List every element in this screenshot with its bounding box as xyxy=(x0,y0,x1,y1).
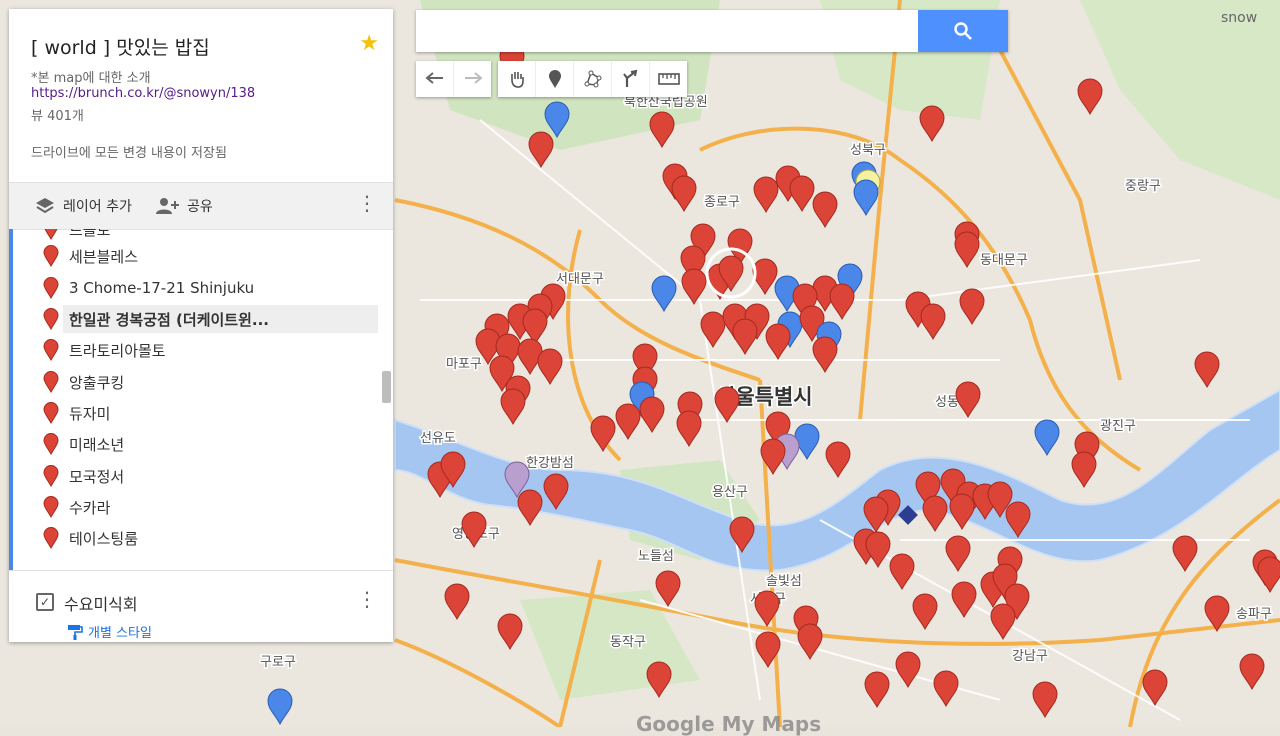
add-marker-tool[interactable] xyxy=(536,61,574,97)
search-input[interactable] xyxy=(416,10,916,52)
map-label: 한강밤섬 xyxy=(526,456,574,471)
map-label: 동작구 xyxy=(610,635,646,650)
layer-visibility-checkbox[interactable]: ✓ xyxy=(36,593,54,611)
marker-icon xyxy=(43,527,59,549)
undo-button[interactable] xyxy=(416,61,454,97)
measure-tool[interactable] xyxy=(650,61,687,97)
map-label: 종로구 xyxy=(704,195,740,210)
layer-item-list: 르볼로 세븐블레스 3 Chome-17-21 Shinjuku 한일관 경복궁… xyxy=(9,229,393,570)
hand-icon xyxy=(510,72,524,88)
marker-icon xyxy=(43,339,59,361)
share-button[interactable]: 공유 xyxy=(155,196,213,216)
map-label: 강남구 xyxy=(1012,649,1048,664)
search-icon xyxy=(954,22,972,40)
list-item[interactable]: 듀자미 xyxy=(43,399,378,427)
share-label: 공유 xyxy=(187,199,213,215)
ruler-icon xyxy=(657,73,680,85)
list-item[interactable]: 테이스팅룸 xyxy=(43,524,378,552)
map-header: [ world ] 맛있는 밥집 ★ *본 map에 대한 소개 https:/… xyxy=(9,9,393,182)
layer-options-icon[interactable]: ⋮ xyxy=(357,589,377,609)
individual-style-label: 개별 스타일 xyxy=(88,626,152,641)
list-item[interactable]: 세븐블레스 xyxy=(43,242,378,270)
search-button[interactable] xyxy=(918,10,1008,52)
marker-icon xyxy=(43,496,59,518)
map-description[interactable]: *본 map에 대한 소개 xyxy=(31,67,151,86)
list-item[interactable]: 미래소년 xyxy=(43,430,378,458)
paint-roller-icon xyxy=(68,624,83,640)
map-label: 구로구 xyxy=(260,655,296,670)
map-label: 동대문구 xyxy=(980,253,1028,268)
layer-toolbar: 레이어 추가 공유 ⋮ xyxy=(9,182,393,230)
marker-icon xyxy=(44,229,58,240)
redo-button[interactable] xyxy=(454,61,491,97)
map-sidebar: [ world ] 맛있는 밥집 ★ *본 map에 대한 소개 https:/… xyxy=(9,9,393,642)
undo-redo-group xyxy=(416,61,491,97)
more-options-icon[interactable]: ⋮ xyxy=(357,193,377,213)
list-scrollbar[interactable] xyxy=(382,371,391,403)
map-label: 송파구 xyxy=(1236,607,1272,622)
marker-icon xyxy=(43,277,59,299)
marker-icon xyxy=(43,402,59,424)
marker-icon xyxy=(43,465,59,487)
map-title[interactable]: [ world ] 맛있는 밥집 xyxy=(31,33,210,60)
draw-line-tool[interactable] xyxy=(574,61,612,97)
map-label: 광진구 xyxy=(1100,419,1136,434)
layer-name[interactable]: 수요미식회 xyxy=(64,591,138,615)
marker-icon xyxy=(548,70,561,88)
list-item[interactable]: 르볼로 xyxy=(44,229,378,243)
map-label: 중랑구 xyxy=(1125,179,1161,194)
map-label: 노들섬 xyxy=(638,549,674,564)
star-icon[interactable]: ★ xyxy=(359,31,379,56)
list-item[interactable]: 앙출쿠킹 xyxy=(43,368,378,396)
map-label: 선유도 xyxy=(420,431,456,446)
marker-icon xyxy=(43,371,59,393)
marker-icon xyxy=(43,433,59,455)
polyline-icon xyxy=(584,70,601,88)
list-item[interactable]: 트라토리아몰토 xyxy=(43,336,378,364)
undo-icon xyxy=(424,72,443,84)
list-item[interactable]: 3 Chome-17-21 Shinjuku xyxy=(43,274,378,302)
add-layer-button[interactable]: 레이어 추가 xyxy=(35,196,132,216)
redo-icon xyxy=(464,72,483,84)
layers-icon xyxy=(36,198,54,214)
view-count: 뷰 401개 xyxy=(31,109,84,124)
map-description-link[interactable]: https://brunch.co.kr/@snowyn/138 xyxy=(31,86,255,101)
add-layer-label: 레이어 추가 xyxy=(63,199,132,215)
google-my-maps-logo: Google My Maps xyxy=(636,712,822,736)
individual-style-link[interactable]: 개별 스타일 xyxy=(67,622,152,641)
map-label: 용산구 xyxy=(712,485,748,500)
pan-tool[interactable] xyxy=(498,61,536,97)
draw-tools-group xyxy=(498,61,687,97)
marker-icon xyxy=(43,245,59,267)
list-item[interactable]: 모국정서 xyxy=(43,462,378,490)
map-label: 서대문구 xyxy=(556,272,604,287)
search-box xyxy=(416,10,1008,52)
map-label: 솔빛섬 xyxy=(766,574,802,589)
map-label: 마포구 xyxy=(446,357,482,372)
directions-tool[interactable] xyxy=(612,61,650,97)
directions-icon xyxy=(622,69,637,87)
map-label: 북한산국립공원 xyxy=(624,95,708,110)
layer-suyomisikhoe: ✓ 수요미식회 ⋮ 개별 스타일 xyxy=(9,570,393,642)
list-item[interactable]: 수카라 xyxy=(43,493,378,521)
save-status: 드라이브에 모든 변경 내용이 저장됨 xyxy=(31,146,227,161)
map-label: 성북구 xyxy=(850,143,886,158)
list-item-selected[interactable]: 한일관 경복궁점 (더케이트윈... xyxy=(43,305,378,333)
marker-icon xyxy=(43,308,59,330)
add-person-icon xyxy=(156,198,179,214)
corner-text: snow xyxy=(1221,10,1258,26)
